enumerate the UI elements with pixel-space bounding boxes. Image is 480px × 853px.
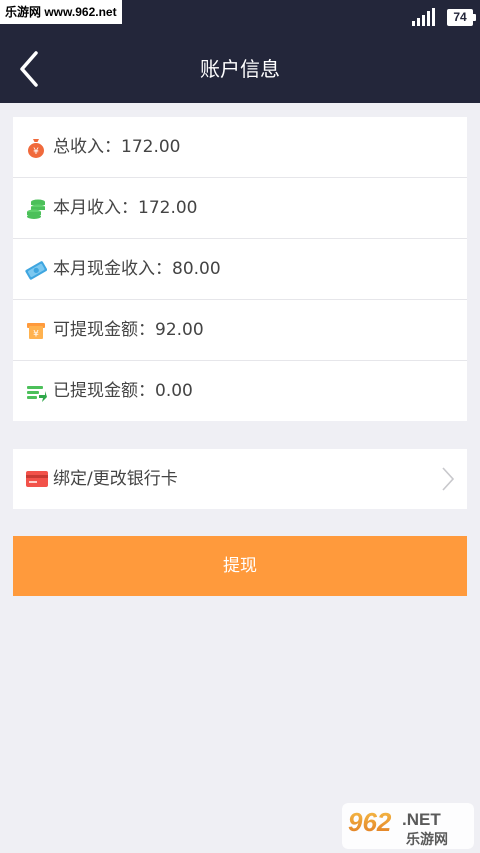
page-title: 账户信息 [200,57,280,81]
stat-label: 总收入：172.00 [53,137,181,157]
bind-bank-card-row[interactable]: 绑定/更改银行卡 [13,449,467,509]
stat-row-monthly-cash-income: 本月现金收入：80.00 [13,239,467,300]
money-bag-icon: ¥ [28,139,44,158]
back-button[interactable] [12,47,52,91]
site-watermark: 乐游网 www.962.net [0,0,122,24]
stat-row-withdrawable: ¥ 可提现金额：92.00 [13,300,467,361]
status-bar: 乐游网 www.962.net 74 [0,0,480,35]
signal-strength-icon [412,8,435,26]
svg-text:¥: ¥ [33,330,39,340]
coin-stack-icon [27,199,45,219]
svg-text:.NET: .NET [402,810,441,829]
chevron-left-icon [20,51,38,87]
svg-text:962: 962 [348,807,392,837]
stat-row-monthly-income: 本月收入：172.00 [13,178,467,239]
stat-label: 已提现金额：0.00 [53,381,193,401]
cash-note-icon [25,261,47,280]
stat-row-total-income: ¥ 总收入：172.00 [13,117,467,178]
chevron-right-icon [442,467,455,491]
withdraw-button[interactable]: 提现 [13,536,467,596]
site-logo-watermark: 962 .NET 乐游网 [342,803,474,849]
stat-row-withdrawn: 已提现金额：0.00 [13,361,467,422]
stat-label: 本月现金收入：80.00 [53,259,221,279]
stat-label: 本月收入：172.00 [53,198,198,218]
bind-bank-card-label: 绑定/更改银行卡 [53,469,178,489]
transfer-icon [27,386,47,402]
battery-indicator: 74 [447,9,476,26]
withdrawable-card-icon: ¥ [27,323,45,340]
stat-label: 可提现金额：92.00 [53,320,204,340]
bank-card-icon [26,471,48,487]
svg-text:乐游网: 乐游网 [406,831,448,848]
income-stats-card: ¥ 总收入：172.00 本月收入：172.00 本月现金收入：80.00 ¥ … [13,117,467,421]
svg-text:¥: ¥ [33,147,39,157]
nav-bar: 账户信息 [0,35,480,103]
